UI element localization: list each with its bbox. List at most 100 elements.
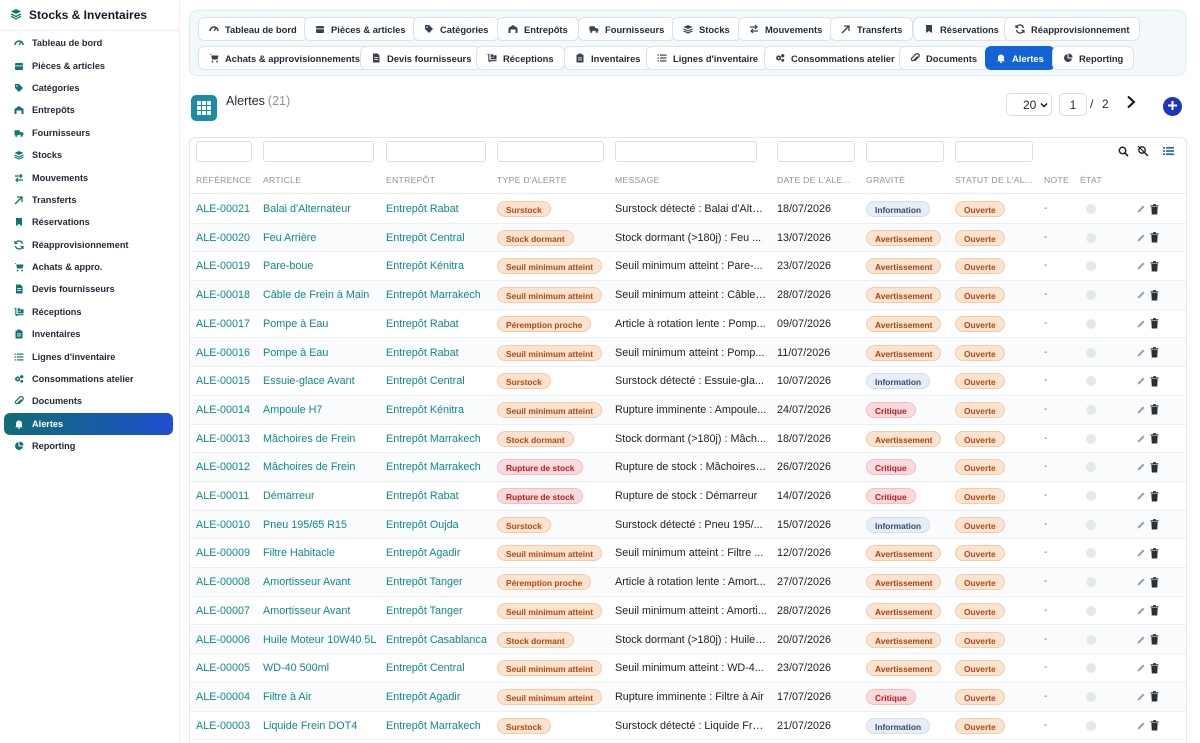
cell-article[interactable]: Pompe à Eau bbox=[263, 347, 381, 359]
cell-entrepot[interactable]: Entrepôt Tanger bbox=[386, 605, 492, 617]
cell-reference[interactable]: ALE-00014 bbox=[196, 404, 258, 416]
cell-entrepot[interactable]: Entrepôt Marrakech bbox=[386, 461, 492, 473]
trash-icon[interactable] bbox=[1149, 605, 1159, 617]
edit-icon[interactable] bbox=[1136, 434, 1146, 444]
cell-reference[interactable]: ALE-00020 bbox=[196, 232, 258, 244]
table-row[interactable]: ALE-00014 Ampoule H7 Entrepôt Kénitra Seuil… bbox=[190, 395, 1186, 425]
sidebar-item-entrepots[interactable]: Entrepôts bbox=[0, 99, 179, 121]
cell-reference[interactable]: ALE-00018 bbox=[196, 289, 258, 301]
cell-entrepot[interactable]: Entrepôt Marrakech bbox=[386, 720, 492, 732]
sidebar-item-documents[interactable]: Documents bbox=[0, 390, 179, 412]
tab-categories[interactable]: Catégories bbox=[413, 17, 500, 41]
col-message[interactable]: MESSAGE bbox=[615, 175, 755, 185]
sidebar-item-inventaires[interactable]: Inventaires bbox=[0, 323, 179, 345]
sidebar-item-reporting[interactable]: Reporting bbox=[0, 435, 179, 457]
sidebar-item-devis-fournisseurs[interactable]: Devis fournisseurs bbox=[0, 278, 179, 300]
edit-icon[interactable] bbox=[1136, 233, 1146, 243]
sidebar-item-transferts[interactable]: Transferts bbox=[0, 189, 179, 211]
cell-article[interactable]: Essuie-glace Avant bbox=[263, 375, 381, 387]
cell-reference[interactable]: ALE-00015 bbox=[196, 375, 258, 387]
filter-entrepot[interactable] bbox=[386, 141, 486, 162]
edit-icon[interactable] bbox=[1136, 692, 1146, 702]
cell-entrepot[interactable]: Entrepôt Central bbox=[386, 232, 492, 244]
cell-entrepot[interactable]: Entrepôt Agadir bbox=[386, 691, 492, 703]
col-statut[interactable]: STATUT DE L'AL... bbox=[955, 175, 1035, 185]
tab-reservations[interactable]: Réservations bbox=[913, 17, 1010, 41]
cell-reference[interactable]: ALE-00016 bbox=[196, 347, 258, 359]
trash-icon[interactable] bbox=[1149, 519, 1159, 531]
cell-reference[interactable]: ALE-00004 bbox=[196, 691, 258, 703]
tab-transferts[interactable]: Transferts bbox=[830, 17, 914, 41]
tab-reapprovisionnement[interactable]: Réapprovisionnement bbox=[1004, 17, 1141, 41]
trash-icon[interactable] bbox=[1149, 490, 1159, 502]
table-row[interactable]: ALE-00007 Amortisseur Avant Entrepôt Tange… bbox=[190, 597, 1186, 626]
trash-icon[interactable] bbox=[1149, 289, 1159, 301]
edit-icon[interactable] bbox=[1136, 635, 1146, 645]
add-alert-button[interactable] bbox=[1163, 97, 1182, 116]
col-date[interactable]: DATE DE L'ALE... bbox=[777, 175, 857, 185]
edit-icon[interactable] bbox=[1136, 319, 1146, 329]
cell-entrepot[interactable]: Entrepôt Rabat bbox=[386, 203, 492, 215]
cell-reference[interactable]: ALE-00009 bbox=[196, 547, 258, 559]
table-row[interactable]: ALE-00003 Liquide Frein DOT4 Entrepôt Marr… bbox=[190, 712, 1186, 741]
cell-reference[interactable]: ALE-00021 bbox=[196, 203, 258, 215]
edit-icon[interactable] bbox=[1136, 290, 1146, 300]
app-brand[interactable]: Stocks & Inventaires bbox=[0, 0, 179, 31]
sidebar-item-mouvements[interactable]: Mouvements bbox=[0, 166, 179, 188]
trash-icon[interactable] bbox=[1149, 232, 1159, 244]
col-entrepot[interactable]: ENTREPÔT bbox=[386, 175, 486, 185]
trash-icon[interactable] bbox=[1149, 433, 1159, 445]
trash-icon[interactable] bbox=[1149, 547, 1159, 559]
edit-icon[interactable] bbox=[1136, 204, 1146, 214]
cell-reference[interactable]: ALE-00012 bbox=[196, 461, 258, 473]
trash-icon[interactable] bbox=[1149, 720, 1159, 732]
sidebar-item-fournisseurs[interactable]: Fournisseurs bbox=[0, 122, 179, 144]
edit-icon[interactable] bbox=[1136, 348, 1146, 358]
cell-entrepot[interactable]: Entrepôt Tanger bbox=[386, 576, 492, 588]
table-row[interactable]: ALE-00016 Pompe à Eau Entrepôt Rabat Seuil … bbox=[190, 338, 1186, 368]
cell-entrepot[interactable]: Entrepôt Casablanca bbox=[386, 634, 492, 646]
table-row[interactable]: ALE-00015 Essuie-glace Avant Entrepôt Cent… bbox=[190, 367, 1186, 396]
table-row[interactable]: ALE-00011 Démarreur Entrepôt Rabat Rupture … bbox=[190, 482, 1186, 511]
tab-stocks[interactable]: Stocks bbox=[672, 17, 741, 41]
table-row[interactable]: ALE-00017 Pompe à Eau Entrepôt Rabat Péremp… bbox=[190, 310, 1186, 339]
col-article[interactable]: ARTICLE bbox=[263, 175, 373, 185]
sidebar-item-lignes-d-inventaire[interactable]: Lignes d'inventaire bbox=[0, 345, 179, 367]
cell-article[interactable]: Huile Moteur 10W40 5L bbox=[263, 634, 381, 646]
sidebar-item-pieces-articles[interactable]: Pièces & articles bbox=[0, 54, 179, 76]
sidebar-item-reapprovisionnement[interactable]: Réapprovisionnement bbox=[0, 234, 179, 256]
tab-entrepots[interactable]: Entrepôts bbox=[497, 17, 579, 41]
trash-icon[interactable] bbox=[1149, 634, 1159, 646]
tab-reporting[interactable]: Reporting bbox=[1052, 46, 1135, 70]
trash-icon[interactable] bbox=[1149, 318, 1159, 330]
edit-icon[interactable] bbox=[1136, 491, 1146, 501]
cell-article[interactable]: Filtre Habitacle bbox=[263, 547, 381, 559]
filter-article[interactable] bbox=[263, 141, 374, 162]
cell-article[interactable]: Pompe à Eau bbox=[263, 318, 381, 330]
col-reference[interactable]: RÉFÉRENCE bbox=[196, 175, 260, 185]
filter-gravite[interactable] bbox=[866, 141, 944, 162]
cell-article[interactable]: Pare-boue bbox=[263, 260, 381, 272]
cell-reference[interactable]: ALE-00019 bbox=[196, 260, 258, 272]
trash-icon[interactable] bbox=[1149, 691, 1159, 703]
cell-reference[interactable]: ALE-00017 bbox=[196, 318, 258, 330]
trash-icon[interactable] bbox=[1149, 461, 1159, 473]
table-row[interactable]: ALE-00006 Huile Moteur 10W40 5L Entrepôt C… bbox=[190, 625, 1186, 655]
cell-entrepot[interactable]: Entrepôt Oujda bbox=[386, 519, 492, 531]
sidebar-item-receptions[interactable]: Réceptions bbox=[0, 301, 179, 323]
cell-article[interactable]: Filtre à Air bbox=[263, 691, 381, 703]
edit-icon[interactable] bbox=[1136, 520, 1146, 530]
cell-article[interactable]: Liquide Frein DOT4 bbox=[263, 720, 381, 732]
table-row[interactable]: ALE-00004 Filtre à Air Entrepôt Agadir Seui… bbox=[190, 682, 1186, 712]
table-row[interactable]: ALE-00005 WD-40 500ml Entrepôt Central Seui… bbox=[190, 654, 1186, 683]
cell-entrepot[interactable]: Entrepôt Central bbox=[386, 662, 492, 674]
tab-devis-fournisseurs[interactable]: Devis fournisseurs bbox=[360, 46, 483, 70]
list-view-icon[interactable] bbox=[1162, 145, 1174, 157]
edit-icon[interactable] bbox=[1136, 462, 1146, 472]
trash-icon[interactable] bbox=[1149, 404, 1159, 416]
cell-entrepot[interactable]: Entrepôt Kénitra bbox=[386, 404, 492, 416]
filter-statut[interactable] bbox=[955, 141, 1033, 162]
cell-reference[interactable]: ALE-00010 bbox=[196, 519, 258, 531]
next-page-button[interactable] bbox=[1124, 95, 1138, 113]
trash-icon[interactable] bbox=[1149, 203, 1159, 215]
